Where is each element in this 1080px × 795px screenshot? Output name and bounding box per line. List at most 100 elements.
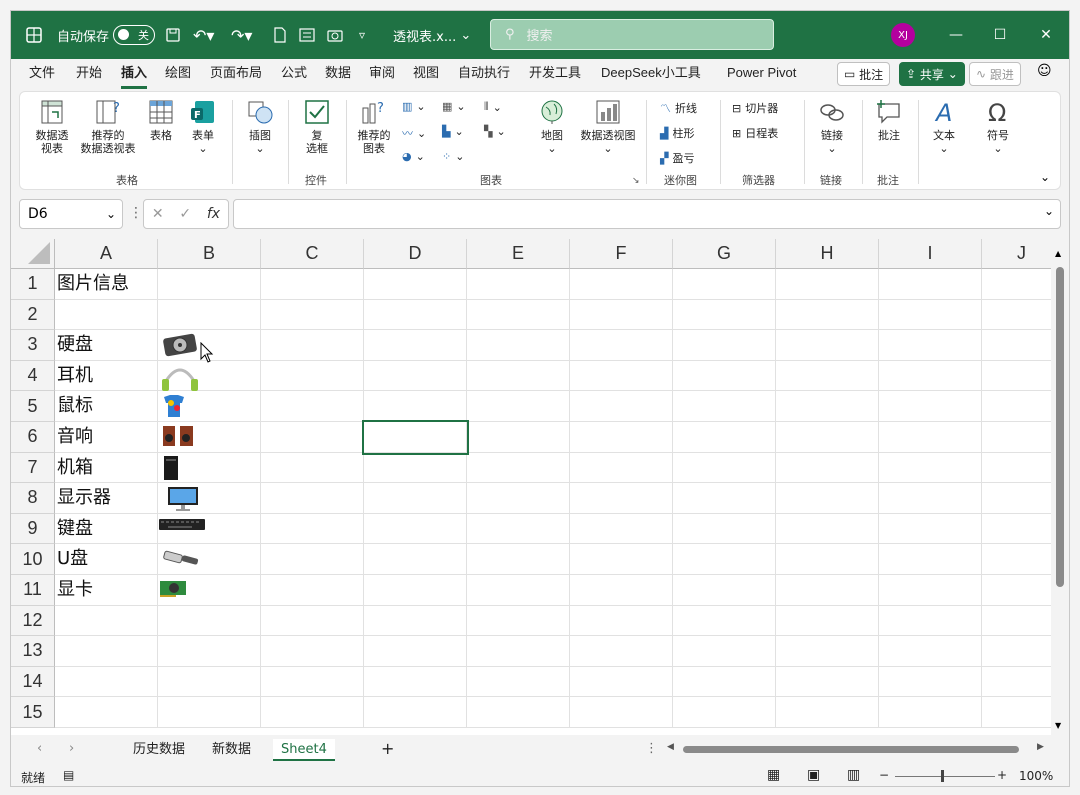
cell-g5[interactable]: [673, 391, 776, 422]
sparkline-line-button[interactable]: 〽折线: [660, 100, 697, 116]
cell-a6[interactable]: 音响: [55, 422, 158, 453]
cell-a3[interactable]: 硬盘: [55, 330, 158, 361]
column-header-f[interactable]: F: [570, 239, 673, 269]
cell-e15[interactable]: [467, 697, 570, 728]
cell-j1[interactable]: [982, 269, 1051, 300]
cell-e8[interactable]: [467, 483, 570, 514]
cell-d2[interactable]: [364, 299, 467, 331]
cell-d13[interactable]: [364, 636, 467, 667]
row-header-5[interactable]: 5: [11, 391, 55, 422]
accessibility-icon[interactable]: ▤: [63, 768, 74, 782]
close-button[interactable]: ✕: [1023, 11, 1069, 59]
cell-e7[interactable]: [467, 452, 570, 484]
avatar[interactable]: XJ: [891, 23, 915, 47]
tab-power-pivot[interactable]: Power Pivot: [727, 59, 796, 89]
zoom-slider[interactable]: [895, 776, 995, 777]
catchup-button[interactable]: ∿ 跟进: [969, 62, 1021, 86]
form-icon[interactable]: [299, 11, 315, 59]
cell-b13[interactable]: [158, 636, 261, 667]
coauthor-icon[interactable]: ☺: [1037, 63, 1052, 79]
pc-case-image[interactable]: [160, 455, 182, 485]
column-header-j[interactable]: J: [982, 239, 1051, 269]
tab-developer[interactable]: 开发工具: [529, 59, 581, 89]
cell-j4[interactable]: [982, 361, 1051, 392]
cell-i1[interactable]: [879, 269, 982, 300]
graphics-card-image[interactable]: [158, 577, 188, 603]
recommended-charts-button[interactable]: ? 推荐的 图表: [354, 98, 394, 155]
cell-g1[interactable]: [673, 269, 776, 300]
cell-a11[interactable]: 显卡: [55, 575, 158, 606]
cell-a5[interactable]: 鼠标: [55, 391, 158, 422]
cell-d6[interactable]: [362, 420, 469, 455]
tab-insert[interactable]: 插入: [121, 59, 148, 89]
cell-i8[interactable]: [879, 483, 982, 514]
cell-d14[interactable]: [364, 666, 467, 698]
row-header-12[interactable]: 12: [11, 605, 55, 637]
slicer-button[interactable]: ⊟ 切片器: [732, 100, 778, 116]
more-icon[interactable]: ⋮: [129, 205, 143, 221]
share-button[interactable]: ⇪ 共享 ⌄: [899, 62, 965, 86]
row-header-10[interactable]: 10: [11, 544, 55, 575]
zoom-out-button[interactable]: −: [879, 768, 889, 782]
new-comment-button[interactable]: 批注: [872, 98, 906, 142]
row-header-13[interactable]: 13: [11, 636, 55, 667]
cell-b14[interactable]: [158, 666, 261, 698]
cell-j3[interactable]: [982, 330, 1051, 361]
row-header-15[interactable]: 15: [11, 697, 55, 728]
symbols-button[interactable]: Ω 符号 ⌄: [982, 98, 1014, 155]
cell-f3[interactable]: [570, 330, 673, 361]
row-header-8[interactable]: 8: [11, 483, 55, 514]
column-header-h[interactable]: H: [776, 239, 879, 269]
scroll-right-icon[interactable]: ▶: [1037, 742, 1044, 752]
cell-g10[interactable]: [673, 544, 776, 575]
cell-g11[interactable]: [673, 575, 776, 606]
cell-d3[interactable]: [364, 330, 467, 361]
cell-h1[interactable]: [776, 269, 879, 300]
expand-formula-icon[interactable]: ⌄: [1044, 204, 1054, 218]
tab-review[interactable]: 审阅: [369, 59, 395, 89]
cell-g12[interactable]: [673, 605, 776, 637]
cell-j7[interactable]: [982, 453, 1051, 484]
speaker-image[interactable]: [160, 424, 196, 452]
cell-d4[interactable]: [364, 360, 467, 392]
row-header-11[interactable]: 11: [11, 575, 55, 606]
cell-a7[interactable]: 机箱: [55, 452, 158, 484]
cell-j15[interactable]: [982, 697, 1051, 728]
cell-b1[interactable]: [158, 269, 261, 300]
cell-c9[interactable]: [261, 513, 364, 545]
cell-h3[interactable]: [776, 330, 879, 361]
tab-page-layout[interactable]: 页面布局: [210, 59, 262, 89]
cell-e9[interactable]: [467, 513, 570, 545]
row-header-14[interactable]: 14: [11, 666, 55, 698]
dialog-launcher-icon[interactable]: ↘: [632, 176, 640, 186]
row-header-2[interactable]: 2: [11, 299, 55, 331]
cell-g14[interactable]: [673, 666, 776, 698]
tab-view[interactable]: 视图: [413, 59, 439, 89]
cell-i11[interactable]: [879, 575, 982, 606]
cell-g15[interactable]: [673, 697, 776, 728]
cell-i6[interactable]: [879, 422, 982, 453]
cell-i14[interactable]: [879, 666, 982, 698]
cell-i10[interactable]: [879, 544, 982, 575]
cell-c10[interactable]: [261, 544, 364, 575]
pivot-chart-button[interactable]: 数据透视图 ⌄: [576, 98, 640, 155]
cell-b12[interactable]: [158, 605, 261, 637]
cell-c6[interactable]: [261, 422, 364, 453]
cell-d11[interactable]: [364, 575, 467, 606]
cell-h10[interactable]: [776, 544, 879, 575]
cell-a10[interactable]: U盘: [55, 544, 158, 575]
cell-h14[interactable]: [776, 666, 879, 698]
table-button[interactable]: 表格: [146, 98, 176, 142]
cell-g3[interactable]: [673, 330, 776, 361]
cell-e11[interactable]: [467, 575, 570, 606]
sheet-tab-sheet4[interactable]: Sheet4: [273, 739, 335, 761]
cell-e2[interactable]: [467, 299, 570, 331]
cell-b15[interactable]: [158, 697, 261, 728]
search-box[interactable]: ⚲ 搜索: [490, 19, 774, 50]
normal-view-icon[interactable]: ▦: [767, 767, 780, 783]
save-icon[interactable]: [165, 11, 181, 59]
cell-a4[interactable]: 耳机: [55, 360, 158, 392]
zoom-slider-handle[interactable]: [941, 770, 944, 782]
tab-options-icon[interactable]: ⋮: [645, 741, 658, 756]
column-header-a[interactable]: A: [55, 239, 158, 269]
